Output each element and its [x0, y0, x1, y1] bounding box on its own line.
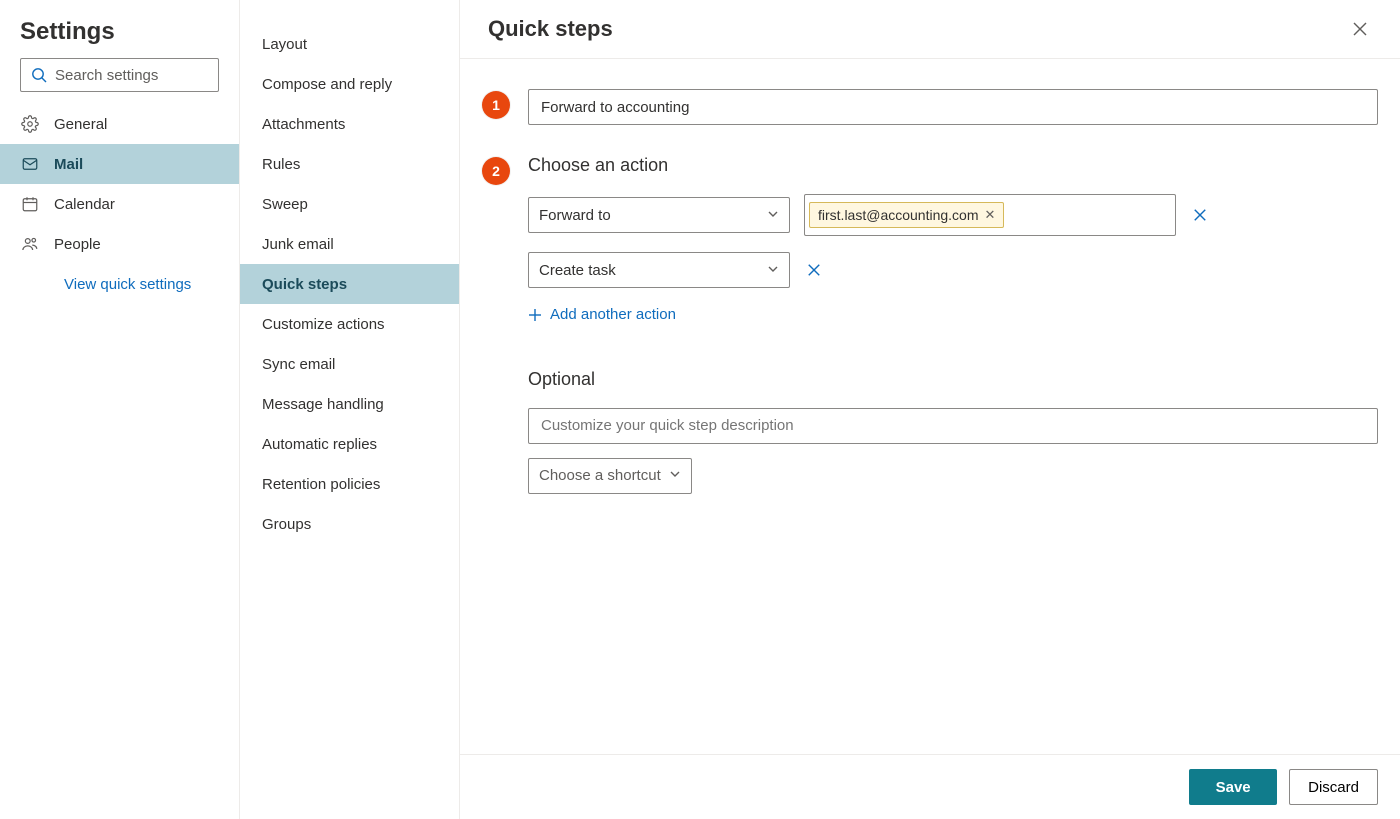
- add-another-action[interactable]: Add another action: [528, 306, 676, 323]
- close-icon: [1352, 21, 1368, 37]
- choose-action-label: Choose an action: [528, 155, 1378, 176]
- action-row-1: Forward to first.last@accounting.com ✕: [528, 194, 1378, 236]
- sub-item-message-handling[interactable]: Message handling: [240, 384, 459, 424]
- calendar-icon: [20, 194, 40, 214]
- sub-item-customize-actions[interactable]: Customize actions: [240, 304, 459, 344]
- step-2: 2 Choose an action Forward to first.last…: [482, 155, 1378, 494]
- people-icon: [20, 234, 40, 254]
- gear-icon: [20, 114, 40, 134]
- save-button[interactable]: Save: [1189, 769, 1277, 805]
- add-action-label: Add another action: [550, 306, 676, 323]
- main-header: Quick steps: [460, 0, 1400, 59]
- nav-item-general[interactable]: General: [0, 104, 239, 144]
- nav-item-calendar[interactable]: Calendar: [0, 184, 239, 224]
- main-pane: Quick steps 1 2 Choose an action Forward…: [460, 0, 1400, 819]
- action-select-1[interactable]: Forward to: [528, 197, 790, 233]
- nav-item-people[interactable]: People: [0, 224, 239, 264]
- main-footer: Save Discard: [460, 754, 1400, 819]
- action-select-value: Create task: [539, 262, 616, 279]
- sub-item-sweep[interactable]: Sweep: [240, 184, 459, 224]
- nav-label: People: [54, 236, 101, 253]
- step-1: 1: [482, 89, 1378, 125]
- chevron-down-icon: [767, 262, 779, 279]
- mail-icon: [20, 154, 40, 174]
- sub-item-layout[interactable]: Layout: [240, 24, 459, 64]
- optional-label: Optional: [528, 369, 1378, 390]
- nav-list: General Mail Calendar People: [0, 104, 239, 264]
- action-select-2[interactable]: Create task: [528, 252, 790, 288]
- shortcut-select[interactable]: Choose a shortcut: [528, 458, 692, 494]
- recipient-email: first.last@accounting.com: [818, 207, 979, 223]
- sub-item-sync-email[interactable]: Sync email: [240, 344, 459, 384]
- nav-label: Mail: [54, 156, 83, 173]
- nav-item-mail[interactable]: Mail: [0, 144, 239, 184]
- quick-step-name-input[interactable]: [528, 89, 1378, 125]
- search-icon: [31, 67, 47, 83]
- recipient-input[interactable]: first.last@accounting.com ✕: [804, 194, 1176, 236]
- step-badge-2: 2: [482, 157, 510, 185]
- sub-item-automatic-replies[interactable]: Automatic replies: [240, 424, 459, 464]
- sub-item-groups[interactable]: Groups: [240, 504, 459, 544]
- remove-action-1[interactable]: [1190, 205, 1210, 225]
- close-icon: [1193, 208, 1207, 222]
- chip-remove-icon[interactable]: ✕: [985, 207, 996, 223]
- search-input[interactable]: [55, 67, 254, 84]
- close-icon: [807, 263, 821, 277]
- recipient-chip[interactable]: first.last@accounting.com ✕: [809, 202, 1004, 228]
- sub-item-quick-steps[interactable]: Quick steps: [240, 264, 459, 304]
- step-badge-1: 1: [482, 91, 510, 119]
- search-wrap: [0, 58, 239, 104]
- page-title: Quick steps: [488, 16, 613, 42]
- nav-label: General: [54, 116, 107, 133]
- close-button[interactable]: [1348, 17, 1372, 41]
- sub-item-attachments[interactable]: Attachments: [240, 104, 459, 144]
- search-settings[interactable]: [20, 58, 219, 92]
- sub-item-retention-policies[interactable]: Retention policies: [240, 464, 459, 504]
- settings-title: Settings: [0, 14, 239, 58]
- mail-subnav: Layout Compose and reply Attachments Rul…: [240, 0, 460, 819]
- action-select-value: Forward to: [539, 207, 611, 224]
- plus-icon: [528, 308, 542, 322]
- remove-action-2[interactable]: [804, 260, 824, 280]
- main-body: 1 2 Choose an action Forward to: [460, 59, 1400, 754]
- action-row-2: Create task: [528, 252, 1378, 288]
- sub-item-rules[interactable]: Rules: [240, 144, 459, 184]
- view-quick-settings-link[interactable]: View quick settings: [0, 264, 239, 293]
- sub-item-junk-email[interactable]: Junk email: [240, 224, 459, 264]
- settings-nav: Settings General Mail Calendar: [0, 0, 240, 819]
- shortcut-placeholder: Choose a shortcut: [539, 467, 661, 484]
- discard-button[interactable]: Discard: [1289, 769, 1378, 805]
- chevron-down-icon: [669, 467, 681, 484]
- nav-label: Calendar: [54, 196, 115, 213]
- description-input[interactable]: [528, 408, 1378, 444]
- chevron-down-icon: [767, 207, 779, 224]
- sub-item-compose-and-reply[interactable]: Compose and reply: [240, 64, 459, 104]
